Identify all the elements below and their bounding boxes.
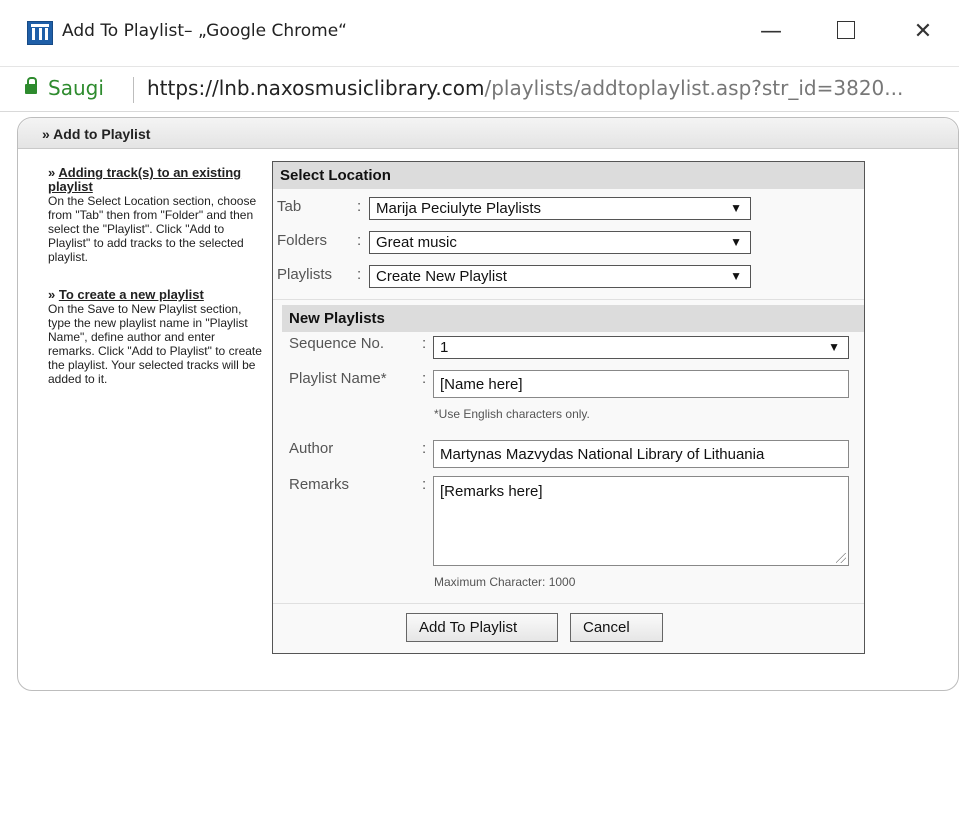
select-location-heading: Select Location [273,162,864,189]
add-to-playlist-button[interactable]: Add To Playlist [406,613,558,642]
playlist-name-colon: : [422,370,427,387]
remarks-colon: : [422,476,427,493]
tab-colon: : [357,198,362,215]
help-prefix-2: » [48,287,59,302]
url-path: /playlists/addtoplaylist.asp?str_id=3820… [484,76,904,100]
playlists-colon: : [357,266,362,283]
playlists-select-value: Create New Playlist [376,268,507,285]
sequence-select-value: 1 [440,339,449,356]
new-playlists-heading: New Playlists [282,305,864,332]
author-input[interactable]: Martynas Mazvydas National Library of Li… [433,440,849,468]
folders-select[interactable]: Great music ▼ [369,231,751,254]
maximize-button[interactable] [823,12,869,52]
playlist-form: Select Location Tab : Marija Peciulyte P… [272,161,865,654]
author-label: Author [289,440,334,457]
resize-grip-icon[interactable] [836,553,846,563]
sequence-select[interactable]: 1 ▼ [433,336,849,359]
secure-label: Saugi [48,76,104,100]
folders-label: Folders [277,232,328,249]
help-title-existing: Adding track(s) to an existing playlist [48,165,242,194]
cancel-button[interactable]: Cancel [570,613,663,642]
help-title-new: To create a new playlist [58,287,204,302]
close-button[interactable]: ✕ [900,12,946,52]
playlist-name-label: Playlist Name* [289,370,387,387]
help-text-new: On the Save to New Playlist section, typ… [48,302,262,386]
url-text[interactable]: https://lnb.naxosmusiclibrary.com/playli… [147,76,903,100]
sequence-label: Sequence No. [289,335,385,352]
playlist-name-input[interactable]: [Name here] [433,370,849,398]
folders-select-value: Great music [376,234,457,251]
lock-icon [25,77,37,94]
tab-select-value: Marija Peciulyte Playlists [376,200,542,217]
page-title: » Add to Playlist [42,126,151,142]
chevron-down-icon: ▼ [730,201,742,215]
playlists-label: Playlists [277,266,333,283]
help-text-existing: On the Select Location section, choose f… [48,194,257,264]
help-panel: » Adding track(s) to an existing playlis… [48,166,263,410]
remarks-label: Remarks [289,476,350,493]
address-bar[interactable]: Saugi https://lnb.naxosmusiclibrary.com/… [0,67,959,112]
address-separator [133,77,134,103]
sequence-colon: : [422,335,427,352]
page-header: » Add to Playlist [18,118,958,149]
remarks-text: [Remarks here] [440,483,543,500]
minimize-button[interactable]: — [748,12,794,52]
section-divider [273,299,864,300]
folders-colon: : [357,232,362,249]
url-host: https://lnb.naxosmusiclibrary.com [147,76,485,100]
tab-select[interactable]: Marija Peciulyte Playlists ▼ [369,197,751,220]
tab-label: Tab [277,198,302,215]
buttons-divider [273,603,864,604]
page-container: » Add to Playlist » Adding track(s) to a… [17,117,959,691]
max-character-note: Maximum Character: 1000 [434,575,576,589]
chevron-down-icon: ▼ [730,235,742,249]
author-colon: : [422,440,427,457]
window-title: Add To Playlist– „Google Chrome“ [62,21,347,41]
english-only-note: *Use English characters only. [434,407,590,421]
playlists-select[interactable]: Create New Playlist ▼ [369,265,751,288]
help-prefix-1: » [48,165,59,180]
maximize-icon [837,21,855,39]
window-titlebar: Add To Playlist– „Google Chrome“ — ✕ [0,0,959,67]
remarks-textarea[interactable]: [Remarks here] [433,476,849,566]
chevron-down-icon: ▼ [730,269,742,283]
chevron-down-icon: ▼ [828,340,840,354]
library-app-icon [27,21,53,45]
